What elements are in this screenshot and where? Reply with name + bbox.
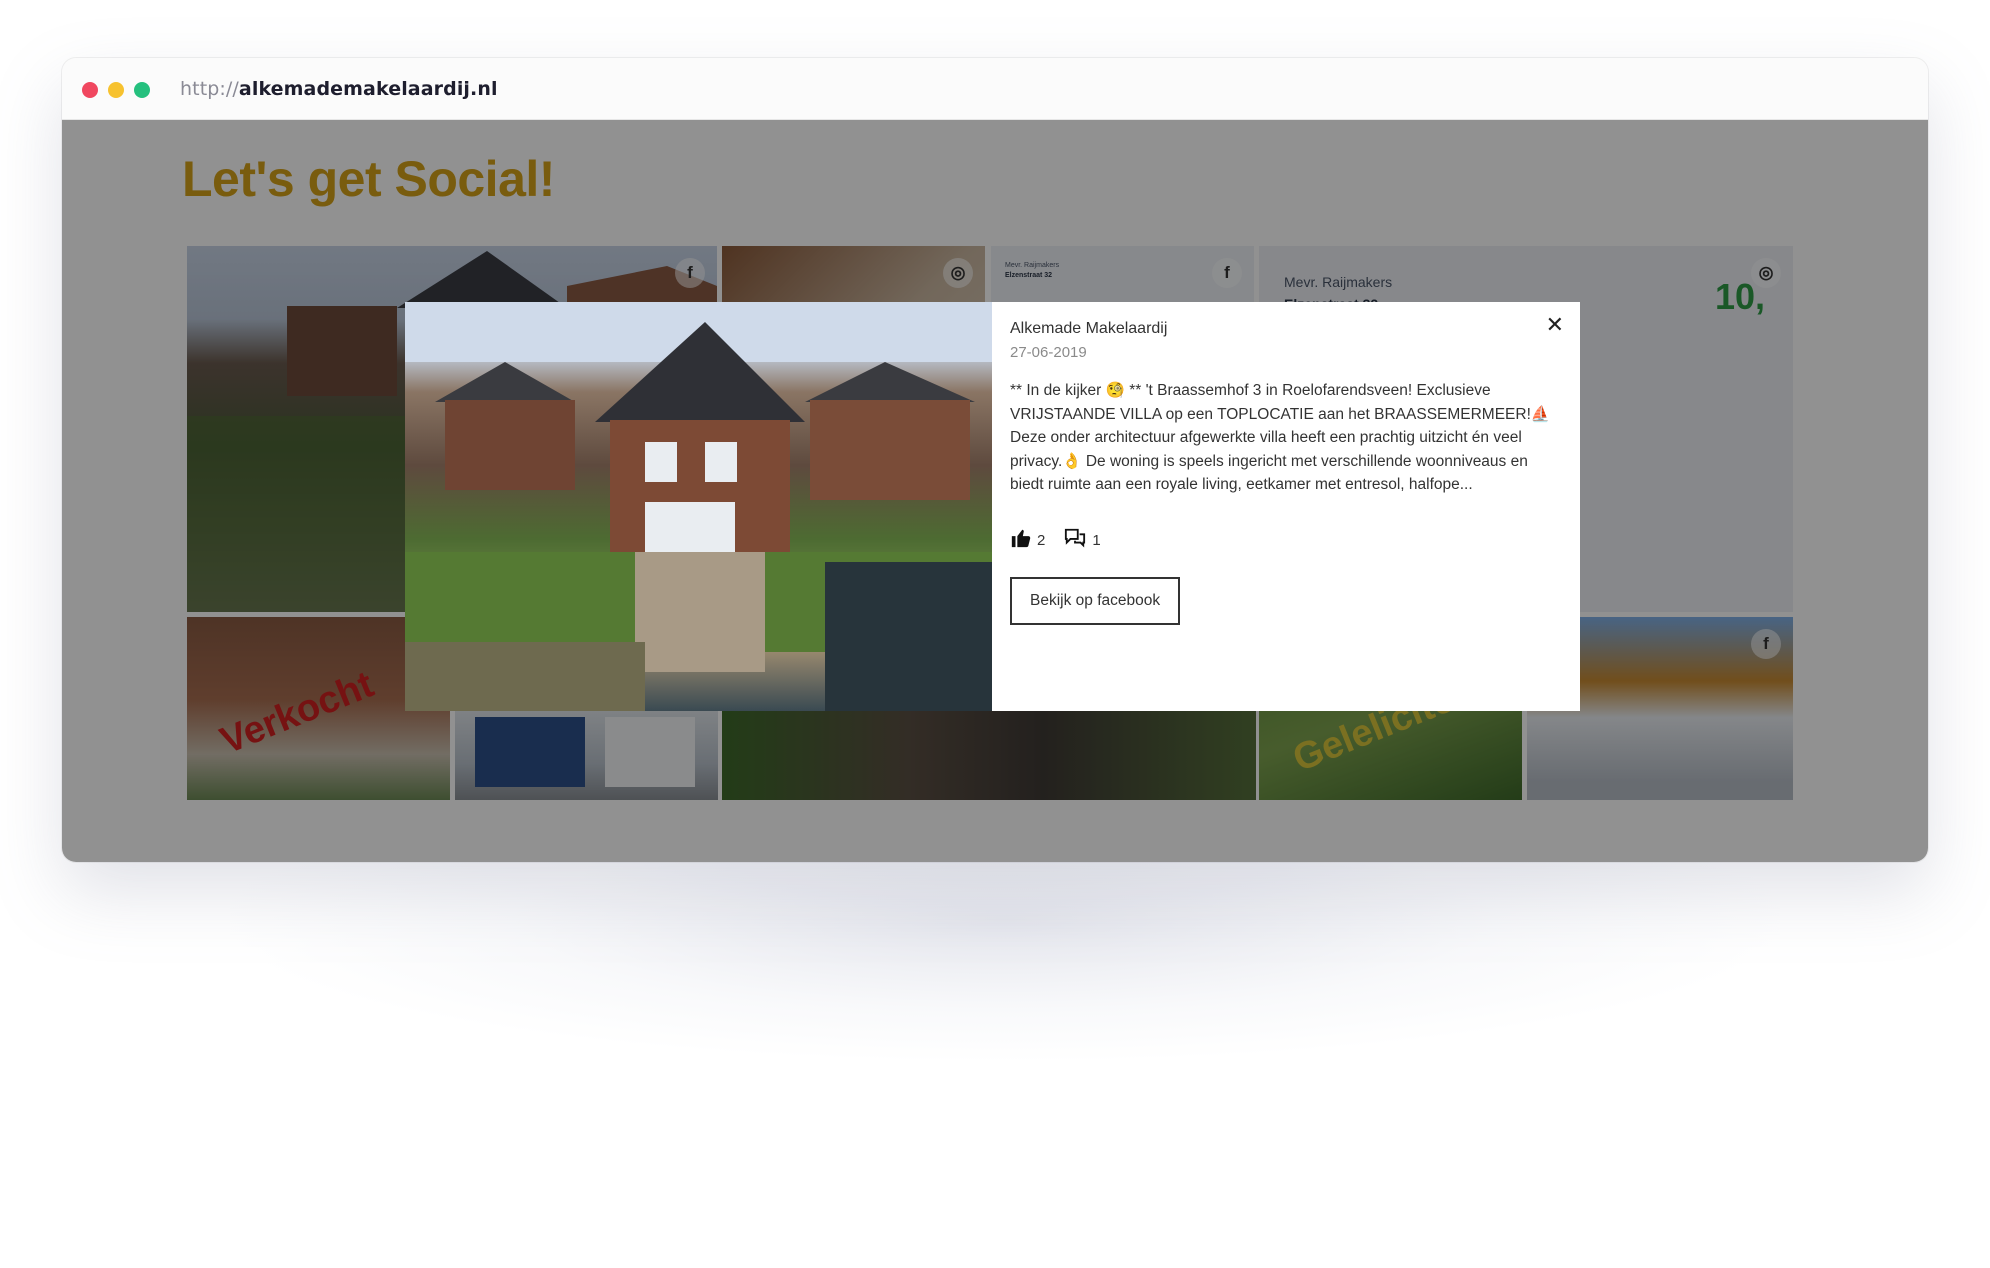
post-text: ** In de kijker 🧐 ** 't Braassemhof 3 in… bbox=[1010, 382, 1551, 493]
comments-count: 1 bbox=[1092, 532, 1101, 549]
likes-stat: 2 bbox=[1010, 527, 1045, 555]
thumbs-up-icon bbox=[1010, 527, 1032, 555]
post-date: 27-06-2019 bbox=[1010, 344, 1087, 361]
browser-window: http://alkemademakelaardij.nl Let's get … bbox=[62, 58, 1928, 862]
post-stats: 2 1 bbox=[1010, 527, 1562, 555]
comments-stat: 1 bbox=[1063, 527, 1101, 555]
comments-icon bbox=[1063, 527, 1087, 555]
address-bar[interactable]: http://alkemademakelaardij.nl bbox=[180, 78, 498, 100]
post-modal: ✕ Alkemade Makelaardij 27-06-2019 ** In … bbox=[405, 302, 1580, 711]
villa-photo bbox=[405, 302, 992, 711]
post-details: ✕ Alkemade Makelaardij 27-06-2019 ** In … bbox=[992, 302, 1580, 711]
browser-titlebar: http://alkemademakelaardij.nl bbox=[62, 58, 1928, 120]
view-on-facebook-button[interactable]: Bekijk op facebook bbox=[1010, 576, 1181, 625]
close-window-dot[interactable] bbox=[82, 82, 98, 98]
close-icon[interactable]: ✕ bbox=[1546, 312, 1564, 338]
url-protocol: http:// bbox=[180, 78, 239, 100]
minimize-window-dot[interactable] bbox=[108, 82, 124, 98]
likes-count: 2 bbox=[1037, 532, 1046, 549]
post-author: Alkemade Makelaardij bbox=[1010, 320, 1168, 337]
page-viewport: Let's get Social! f ◎ Mevr. Raijmakers E… bbox=[62, 120, 1928, 862]
url-host: alkemademakelaardij.nl bbox=[238, 78, 498, 100]
maximize-window-dot[interactable] bbox=[134, 82, 150, 98]
post-image bbox=[405, 302, 992, 711]
